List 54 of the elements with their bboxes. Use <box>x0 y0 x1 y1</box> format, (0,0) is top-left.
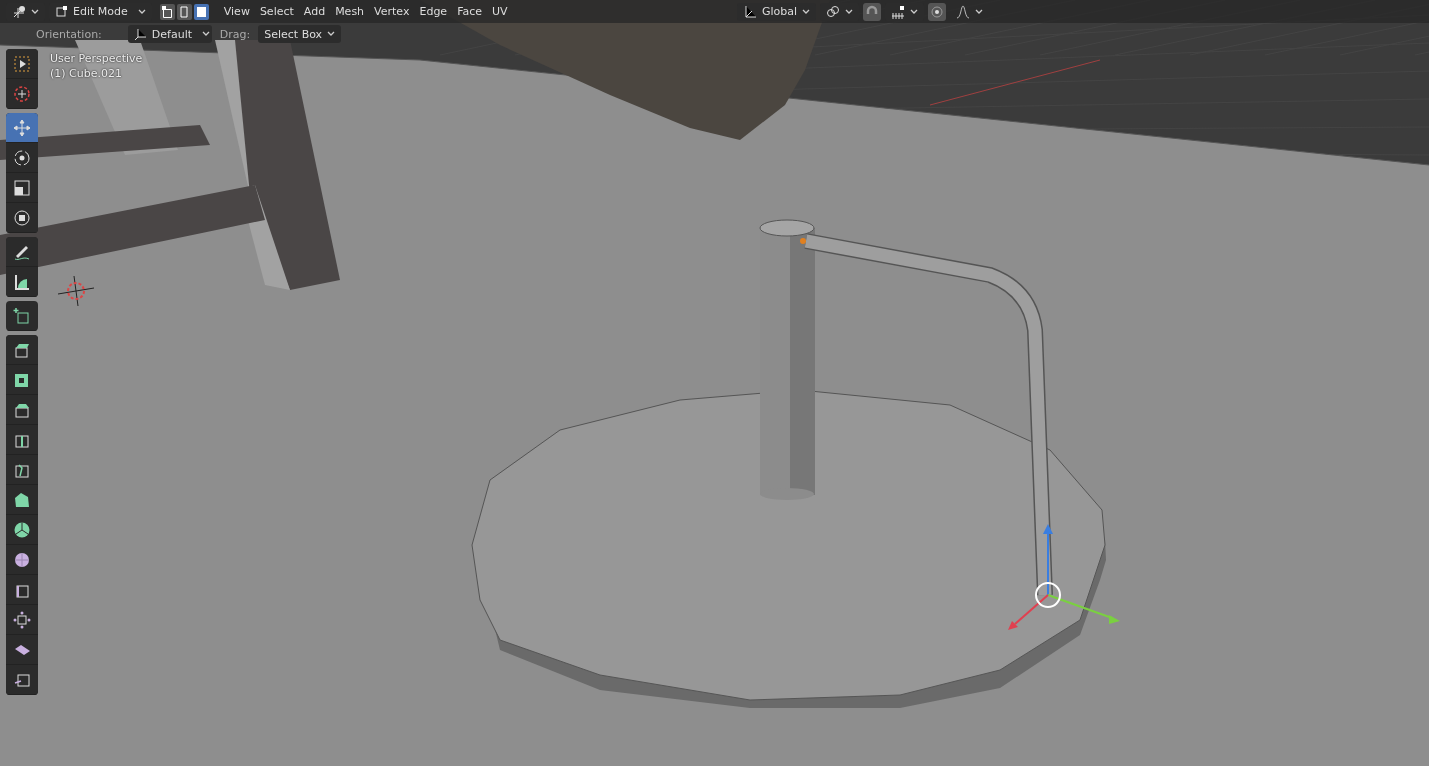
menu-item[interactable]: Edge <box>414 5 453 18</box>
menu-item[interactable]: Mesh <box>330 5 370 18</box>
axes-icon <box>12 4 26 19</box>
tool-button[interactable] <box>6 237 38 267</box>
proportional-edit-button[interactable] <box>928 2 946 21</box>
orientation-label: Orientation: <box>36 27 102 41</box>
menu-item[interactable]: Add <box>298 5 331 18</box>
axes-icon <box>742 4 757 19</box>
tool-button[interactable] <box>6 113 38 143</box>
select-mode-button[interactable] <box>176 3 192 20</box>
curve-icon <box>956 4 970 19</box>
menu-item[interactable]: UV <box>487 5 513 18</box>
object-name-text: (1) Cube.021 <box>50 67 123 80</box>
transform-orientation-dropdown[interactable]: Default <box>127 25 212 43</box>
snap-button[interactable] <box>863 2 881 21</box>
orientation-dropdown[interactable]: Global <box>736 2 816 21</box>
scale-squares-icon <box>12 177 32 198</box>
select-mode-button[interactable] <box>193 3 209 20</box>
drag-dropdown[interactable]: Select Box <box>258 25 342 43</box>
chevron-down-icon <box>327 31 336 37</box>
square-icon <box>177 4 191 19</box>
chevron-down-icon <box>802 8 810 15</box>
transform-circle-icon <box>12 207 32 228</box>
chevron-down-icon <box>845 8 853 15</box>
select-box-icon <box>12 53 32 74</box>
arrow-icon[interactable] <box>1043 524 1053 596</box>
menu-item[interactable]: Select <box>254 5 299 18</box>
dots-cube-icon <box>12 609 32 630</box>
vertex-square-icon <box>55 5 68 18</box>
chevron-down-icon <box>202 31 210 37</box>
chevron-down-icon <box>137 8 146 15</box>
chevron-down-icon <box>31 8 39 15</box>
square-icon <box>194 4 208 19</box>
chevron-down-icon <box>975 8 983 15</box>
arrow-icon[interactable] <box>1047 594 1120 624</box>
arrow-icon[interactable] <box>1008 594 1049 630</box>
four-arrows-icon <box>12 117 32 138</box>
view-name-text: User Perspective <box>50 52 143 65</box>
drag-label: Drag: <box>219 27 251 41</box>
square-icon <box>160 4 174 19</box>
tool-button[interactable] <box>6 49 38 79</box>
link-icon <box>826 4 840 19</box>
axes-icon <box>133 27 147 41</box>
ruler-ticks-icon <box>891 4 905 19</box>
rotate-arrows-icon <box>12 147 32 168</box>
circle-dot-icon <box>930 4 944 19</box>
cube-plus-icon <box>12 305 32 326</box>
menu-item[interactable]: Vertex <box>369 5 415 18</box>
select-mode-button[interactable] <box>159 3 175 20</box>
menu-item[interactable]: View <box>218 5 255 18</box>
menu-item[interactable]: Face <box>452 5 487 18</box>
chevron-down-icon <box>910 8 918 15</box>
crosshair-circle-icon <box>12 83 32 104</box>
tool-button[interactable] <box>6 335 38 365</box>
